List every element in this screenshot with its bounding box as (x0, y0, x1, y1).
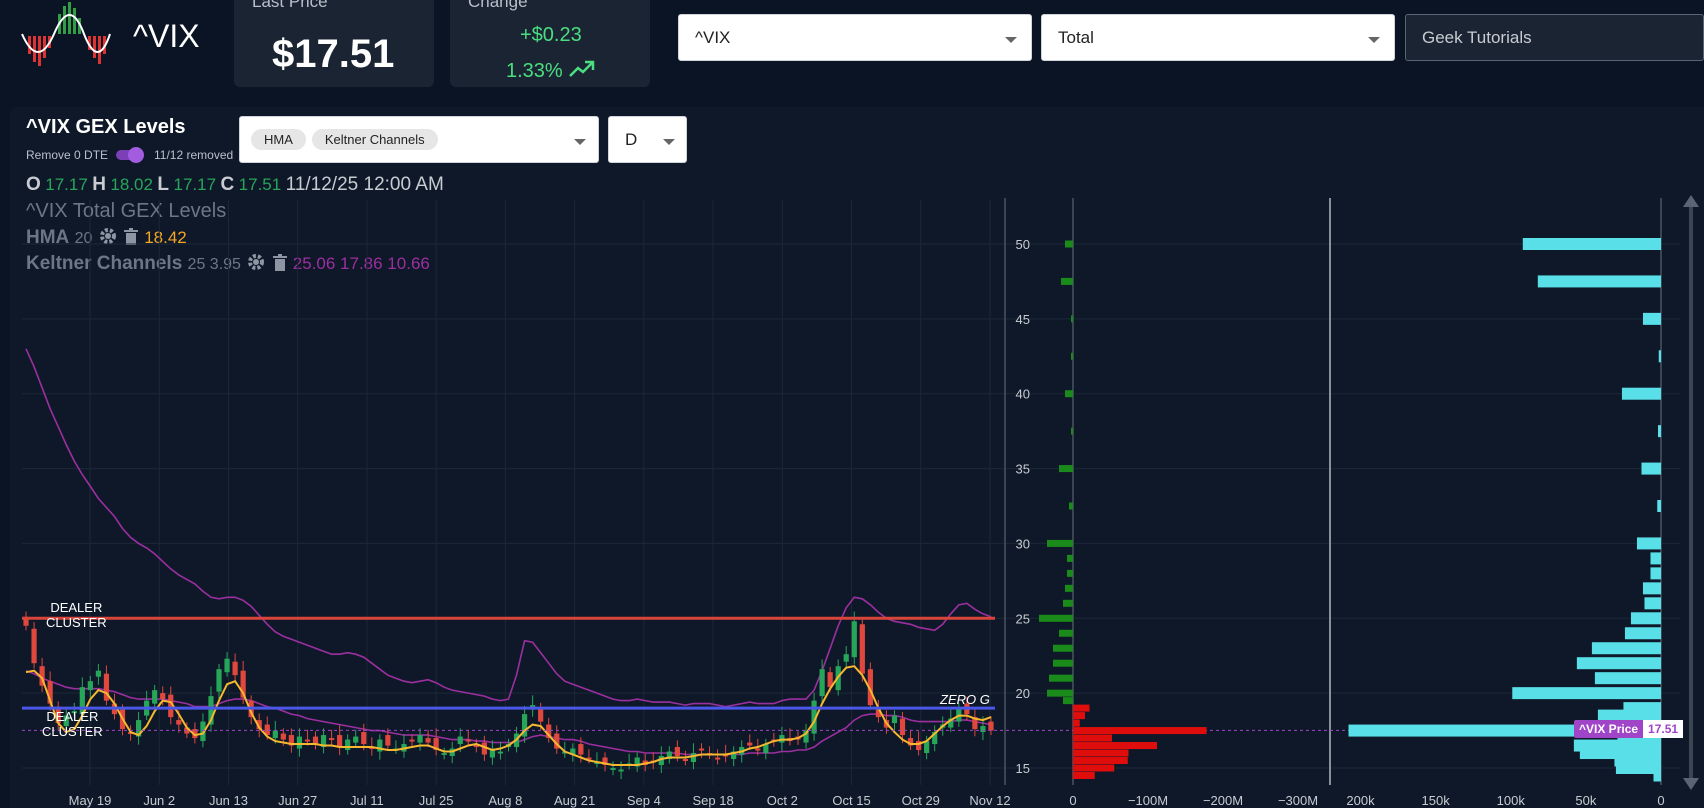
chevron-down-icon (1368, 37, 1380, 43)
symbol-select[interactable]: ^VIX (678, 14, 1032, 61)
l-label: L (157, 174, 170, 195)
dealer-cluster-lower-line1: DEALER (46, 709, 99, 724)
trending-up-icon (569, 60, 595, 77)
logo (20, 0, 112, 68)
indicator-pill-keltner[interactable]: Keltner Channels (311, 129, 438, 150)
removed-count: 11/12 removed (154, 148, 234, 162)
chevron-down-icon (574, 139, 586, 145)
chevron-down-icon (663, 139, 675, 145)
remove-0dte-toggle[interactable] (116, 147, 144, 163)
legend-title: ^VIX Total GEX Levels (26, 200, 227, 222)
dealer-cluster-lower-label: DEALER CLUSTER (42, 709, 103, 739)
c-value: 17.51 (238, 175, 282, 194)
h-label: H (92, 174, 106, 195)
dealer-cluster-upper-line2: CLUSTER (46, 615, 107, 630)
change-pct: 1.33% (506, 60, 563, 82)
ticker-symbol: ^VIX (133, 18, 200, 54)
price-tag-value: 17.51 (1643, 720, 1684, 738)
toggle-knob (128, 147, 144, 163)
type-select-value: Total (1058, 28, 1094, 47)
change-card: Change +$0.23 1.33% (450, 0, 650, 87)
scroll-down-arrow-icon[interactable] (1683, 778, 1699, 790)
panel-title: ^VIX GEX Levels (26, 116, 186, 138)
kc-values: 25.06 17.86 10.66 (292, 254, 430, 273)
legend-hma: HMA 20 18.42 (26, 226, 187, 249)
zero-gamma-label: ZERO G (940, 692, 990, 707)
remove-0dte-label: Remove 0 DTE (26, 148, 109, 162)
gex-panel (10, 107, 1704, 808)
chevron-down-icon (1005, 37, 1017, 43)
dealer-cluster-upper-label: DEALER CLUSTER (46, 600, 107, 630)
trash-icon[interactable] (272, 254, 288, 272)
last-price-label: Last Price (252, 0, 328, 11)
indicator-pill-hma[interactable]: HMA (251, 129, 306, 150)
symbol-select-value: ^VIX (695, 28, 731, 47)
kc-name: Keltner Channels (26, 253, 183, 274)
scroll-up-arrow-icon[interactable] (1683, 195, 1699, 207)
price-tag-label: ^VIX Price (1579, 722, 1639, 736)
change-label: Change (468, 0, 528, 11)
timeframe-select[interactable]: D (608, 116, 687, 163)
trash-icon[interactable] (123, 228, 139, 246)
timeframe-value: D (625, 130, 638, 149)
ohlc-datetime: 11/12/25 12:00 AM (285, 174, 444, 195)
change-abs: +$0.23 (520, 24, 582, 46)
last-price-value: $17.51 (272, 32, 395, 76)
last-price-card: Last Price $17.51 (234, 0, 434, 87)
o-value: 17.17 (45, 175, 88, 194)
gex-logo-icon (21, 2, 111, 66)
price-tag: ^VIX Price 17.51 (1574, 720, 1684, 738)
l-value: 17.17 (173, 175, 217, 194)
hma-value: 18.42 (144, 228, 187, 247)
ohlc-readout: O 17.17 H 18.02 L 17.17 C 17.51 11/12/25… (26, 174, 444, 196)
h-value: 18.02 (110, 175, 153, 194)
dealer-cluster-lower-line2: CLUSTER (42, 724, 103, 739)
kc-params: 25 3.95 (187, 256, 241, 273)
hma-name: HMA (26, 227, 70, 248)
legend-keltner: Keltner Channels 25 3.95 25.06 17.86 10.… (26, 252, 430, 275)
o-label: O (26, 174, 41, 195)
vertical-scrollbar[interactable] (1689, 198, 1693, 778)
gear-icon[interactable] (98, 226, 118, 246)
tutorial-select-value: Geek Tutorials (1422, 28, 1532, 47)
c-label: C (220, 174, 235, 195)
indicator-select[interactable]: HMA Keltner Channels (239, 116, 599, 163)
tutorial-select[interactable]: Geek Tutorials (1405, 14, 1704, 61)
type-select[interactable]: Total (1041, 14, 1395, 61)
indicator-pills: HMA Keltner Channels (251, 129, 444, 150)
dealer-cluster-upper-line1: DEALER (50, 600, 103, 615)
top-bar: ^VIX Last Price $17.51 Change +$0.23 1.3… (0, 0, 1704, 96)
gear-icon[interactable] (246, 252, 266, 272)
hma-param: 20 (74, 230, 93, 247)
